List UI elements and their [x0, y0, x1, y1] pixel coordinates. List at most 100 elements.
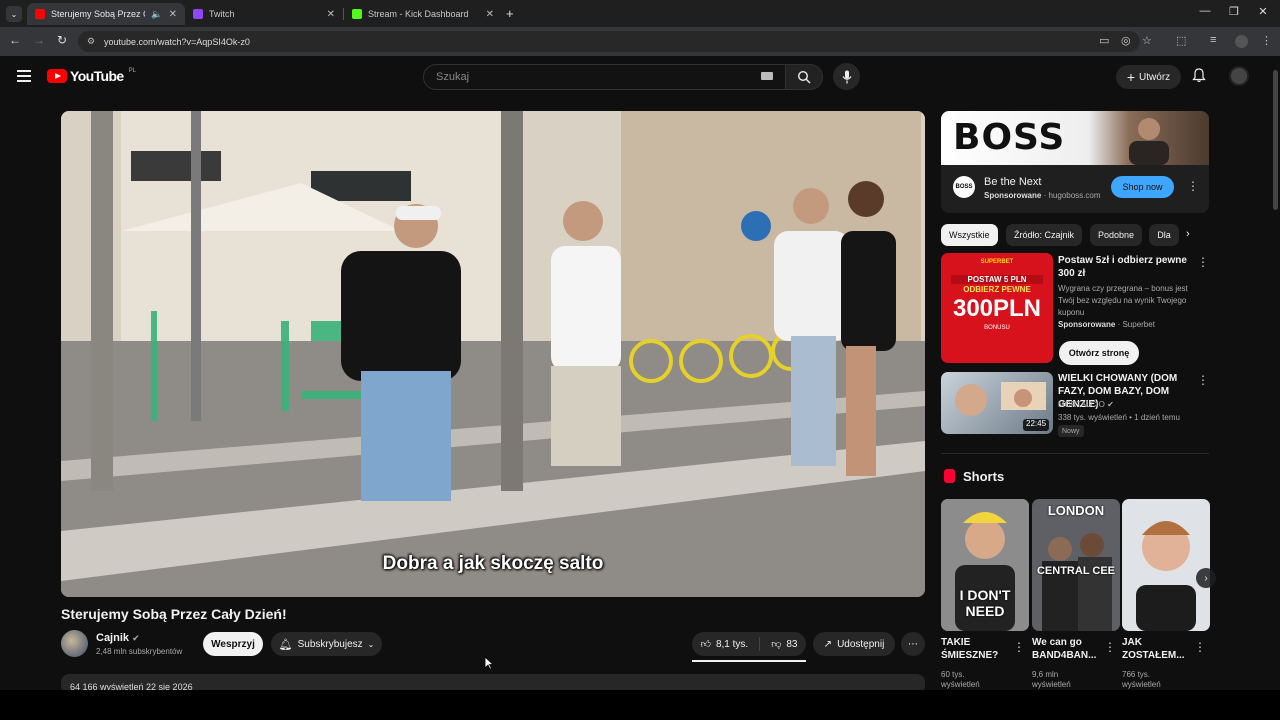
account-avatar[interactable]: [1229, 66, 1249, 86]
like-button[interactable]: 👍︎ 8,1 tys.: [701, 638, 749, 651]
extensions-icon[interactable]: ⬚: [1176, 34, 1186, 47]
menu-icon[interactable]: [17, 70, 31, 85]
section-divider: [941, 453, 1209, 454]
new-tab-icon[interactable]: +: [506, 6, 514, 21]
ad-model-image: [1129, 118, 1169, 165]
profile-icon[interactable]: [1235, 35, 1248, 48]
scrollbar-thumb[interactable]: [1273, 70, 1278, 210]
create-button[interactable]: + Utwórz: [1116, 65, 1181, 89]
chip-related[interactable]: Podobne: [1090, 224, 1143, 246]
close-tab-icon[interactable]: ✕: [169, 9, 177, 20]
superbet-ad-thumbnail[interactable]: SUPERBET POSTAW 5 PLN ODBIERZ PEWNE 300P…: [941, 253, 1053, 363]
share-icon: ↗: [823, 638, 833, 650]
short-card[interactable]: I DON'T NEED: [941, 499, 1029, 631]
views-count: 766 tys.: [1122, 670, 1151, 679]
close-tab-icon[interactable]: ✕: [327, 9, 335, 20]
short-menu-icon[interactable]: ⋮: [1104, 640, 1116, 654]
thumb-amount: 300PLN: [952, 295, 1042, 322]
site-info-icon[interactable]: ⚙: [87, 36, 95, 47]
search-icon: [797, 70, 811, 84]
search-button[interactable]: [785, 64, 823, 90]
url-text: youtube.com/watch?v=AqpSI4Ok-z0: [104, 36, 250, 47]
support-button[interactable]: Wesprzyj: [203, 632, 263, 656]
tab-title: Stream - Kick Dashboard: [368, 9, 469, 19]
short-card[interactable]: LONDON CENTRAL CEE: [1032, 499, 1120, 631]
speaker-icon[interactable]: 🔈: [151, 9, 162, 20]
chip-label: Źródło: Czajnik: [1014, 230, 1075, 240]
rec-menu-icon[interactable]: ⋮: [1197, 255, 1209, 269]
new-badge: Nowy: [1058, 425, 1084, 437]
more-actions-button[interactable]: ⋯: [901, 632, 925, 656]
chevron-down-icon: ⌄: [367, 639, 375, 649]
like-ratio-bar: [692, 660, 806, 662]
dislike-button[interactable]: 👎︎ 83: [771, 638, 798, 651]
video-frame: [61, 111, 925, 597]
voice-search-button[interactable]: [833, 63, 860, 90]
eye-off-icon[interactable]: ◎: [1121, 34, 1131, 47]
back-icon[interactable]: ←: [6, 33, 24, 47]
shop-now-button[interactable]: Shop now: [1111, 176, 1174, 198]
chip-all[interactable]: Wszystkie: [941, 224, 998, 246]
short-title[interactable]: TAKIE ŚMIESZNE?: [941, 636, 1011, 662]
minimize-icon[interactable]: —: [1190, 5, 1220, 17]
verified-icon: ✔: [132, 633, 140, 643]
address-bar[interactable]: ⚙ youtube.com/watch?v=AqpSI4Ok-z0: [78, 31, 1140, 52]
rec-menu-icon[interactable]: ⋮: [1197, 373, 1209, 387]
kick-favicon-icon: [352, 9, 362, 19]
video-player[interactable]: Dobra a jak skoczę salto: [61, 111, 925, 597]
browser-tab-twitch[interactable]: Twitch ✕: [185, 3, 343, 25]
share-button[interactable]: ↗ Udostępnij: [813, 632, 895, 656]
maximize-icon[interactable]: ❐: [1219, 5, 1249, 18]
short-menu-icon[interactable]: ⋮: [1013, 640, 1025, 654]
media-control-icon[interactable]: ≡: [1210, 34, 1216, 46]
chip-source[interactable]: Źródło: Czajnik: [1006, 224, 1083, 246]
sponsored-ad-card[interactable]: BOSS BOSS Be the Next Sponsorowane · hug…: [941, 111, 1209, 213]
rec-channel[interactable]: MORTALCIO: [1058, 400, 1105, 409]
channel-avatar[interactable]: [61, 630, 88, 657]
notifications-bell-icon[interactable]: [1192, 68, 1206, 86]
short-title[interactable]: JAK ZOSTAŁEM...: [1122, 636, 1192, 662]
ad-title: Be the Next: [984, 176, 1042, 188]
close-window-icon[interactable]: ✕: [1248, 5, 1278, 18]
forward-icon[interactable]: →: [30, 33, 48, 47]
search-input[interactable]: Szukaj: [423, 64, 786, 90]
shorts-next-icon[interactable]: ›: [1196, 568, 1216, 588]
ad-menu-icon[interactable]: ⋮: [1187, 179, 1199, 193]
verified-icon: ✔: [1107, 400, 1114, 409]
short-card[interactable]: [1122, 499, 1210, 631]
install-app-icon[interactable]: ▭: [1099, 34, 1109, 47]
short-views: 766 tys. wyświetleń: [1122, 670, 1161, 690]
subscribed-button[interactable]: 🔔︎ Subskrybujesz ⌄: [271, 632, 382, 656]
keyboard-icon[interactable]: [761, 72, 773, 80]
short-menu-icon[interactable]: ⋮: [1194, 640, 1206, 654]
video-title: Sterujemy Sobą Przez Cały Dzień!: [61, 606, 287, 622]
logo-text: YouTube: [70, 68, 124, 84]
shorts-heading: Shorts: [963, 469, 1005, 484]
close-tab-icon[interactable]: ✕: [486, 9, 494, 20]
chip-label: Dla: [1157, 230, 1171, 240]
short-title[interactable]: We can go BAND4BAN...: [1032, 636, 1102, 662]
thumb-brand: SUPERBET: [980, 259, 1014, 265]
dislike-count: 83: [786, 638, 798, 650]
channel-name-link[interactable]: Cajnik ✔: [96, 632, 140, 644]
open-page-button[interactable]: Otwórz stronę: [1059, 341, 1139, 365]
views-count: 9,6 mln: [1032, 670, 1059, 679]
tab-title: Sterujemy Sobą Przez Cały D: [51, 9, 145, 19]
chip-for-you[interactable]: Dla: [1149, 224, 1179, 246]
browser-menu-icon[interactable]: ⋮: [1261, 34, 1272, 47]
tab-search-button[interactable]: ⌄: [6, 6, 22, 22]
views-count: 60 tys.: [941, 670, 965, 679]
youtube-play-icon: [47, 69, 67, 83]
views-label: wyświetleń: [941, 680, 980, 689]
like-divider: [759, 637, 761, 651]
rec-title[interactable]: Postaw 5zł i odbierz pewne 300 zł: [1058, 254, 1193, 280]
browser-tab-kick[interactable]: Stream - Kick Dashboard ✕: [344, 3, 502, 25]
create-label: Utwórz: [1139, 71, 1171, 83]
browser-tab-youtube[interactable]: Sterujemy Sobą Przez Cały D 🔈 ✕: [27, 3, 185, 25]
share-label: Udostępnij: [837, 638, 885, 650]
reload-icon[interactable]: ↻: [53, 33, 71, 47]
bookmark-star-icon[interactable]: ☆: [1142, 34, 1152, 47]
chevron-right-icon[interactable]: ›: [1186, 228, 1190, 240]
youtube-logo[interactable]: YouTube PL: [47, 68, 136, 84]
plus-icon: +: [1126, 69, 1136, 85]
